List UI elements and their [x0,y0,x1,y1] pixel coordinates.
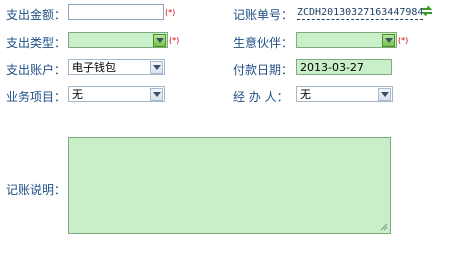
note-label: 记账说明： [6,183,67,197]
refresh-icon[interactable] [420,4,434,18]
account-label: 支出账户： [6,63,67,77]
handler-select[interactable]: 无 [296,86,393,102]
account-select-value: 电子钱包 [72,61,116,74]
pay-date-label: 付款日期： [233,63,294,77]
partner-label: 生意伙伴： [233,36,294,50]
doc-no-value: ZCDH201303271634479​84 [297,7,424,20]
chevron-down-icon[interactable] [150,61,163,74]
note-textarea[interactable] [68,137,391,234]
type-label: 支出类型： [6,36,67,50]
chevron-down-icon[interactable] [382,34,395,47]
doc-no-label: 记账单号： [233,8,294,22]
amount-label: 支出金额： [6,8,67,22]
account-select[interactable]: 电子钱包 [68,59,165,75]
resize-grip-icon[interactable] [379,222,388,231]
chevron-down-icon[interactable] [153,34,166,47]
pay-date-input[interactable]: 2013-03-27 [296,59,392,75]
chevron-down-icon[interactable] [378,88,391,101]
project-select[interactable]: 无 [68,86,165,102]
partner-required-mark: (*) [398,36,409,45]
amount-required-mark: (*) [165,8,176,17]
partner-select[interactable] [296,32,397,48]
handler-select-value: 无 [300,88,311,101]
project-select-value: 无 [72,88,83,101]
chevron-down-icon[interactable] [150,88,163,101]
project-label: 业务项目： [6,90,67,104]
amount-input[interactable] [68,4,164,20]
handler-label: 经 办 人： [233,90,289,104]
type-required-mark: (*) [169,36,180,45]
type-select[interactable] [68,32,168,48]
